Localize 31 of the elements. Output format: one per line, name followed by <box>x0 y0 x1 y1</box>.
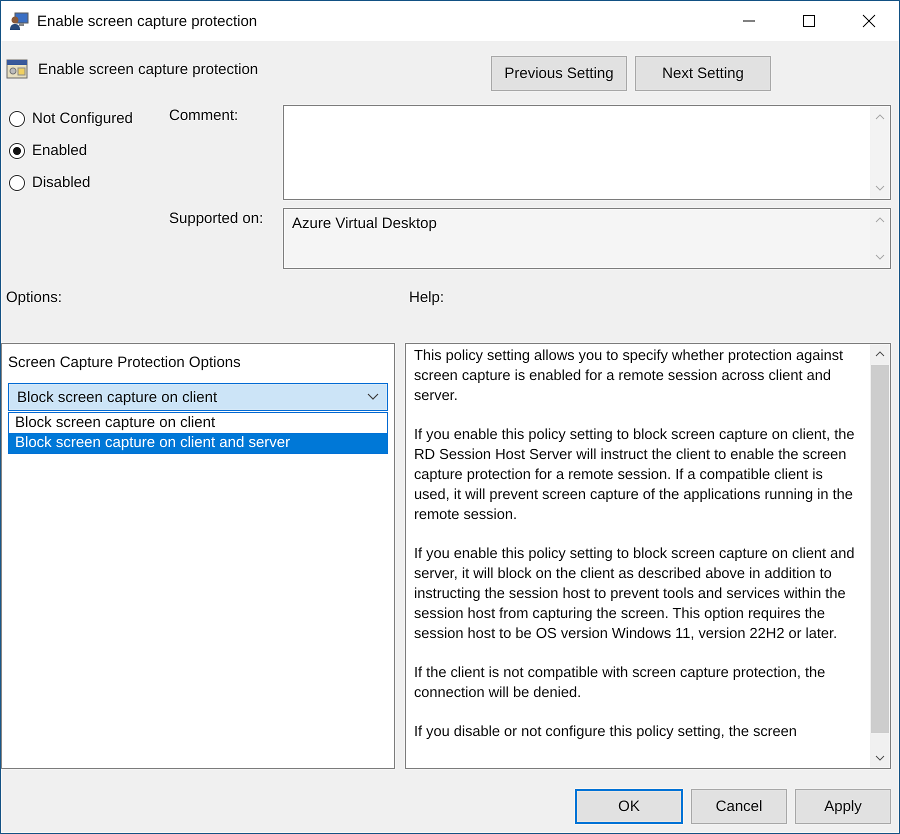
help-paragraph: If you enable this policy setting to block screen capture on client and server, it will block on the client as described above in addition to instructing the session host to prevent tools and services within the session host from capturing the screen. This option requires the session host to be OS version Windows 11, version 22H2 or later. <box>414 545 856 644</box>
state-radio-button[interactable]: Enabled <box>9 142 88 159</box>
window-title: Enable screen capture protection <box>37 12 258 30</box>
navigation-button[interactable]: Next Setting <box>635 56 771 90</box>
comment-label: Comment: <box>169 106 238 124</box>
navigation-button[interactable]: Previous Setting <box>491 56 627 90</box>
help-paragraph: If you enable this policy setting to block screen capture on client, the RD Session Host Server will instruct the client to enable the screen capture protection for a remote session. If a compatible client is used, it will prevent screen capture of the applications running in the remote session. <box>414 426 856 525</box>
dropdown-option[interactable]: Block screen capture on client <box>9 413 387 433</box>
policy-setting-icon <box>6 59 28 79</box>
state-radio-button[interactable]: Disabled <box>9 174 90 191</box>
options-dropdown[interactable]: Block screen capture on client <box>8 383 388 411</box>
help-paragraph: If the client is not compatible with screen capture protection, the connection will be denied. <box>414 664 826 703</box>
scrollbar[interactable] <box>870 344 890 768</box>
help-paragraph: This policy setting allows you to specify whether protection against screen capture is enabled for a remote session across client and server. <box>414 347 844 406</box>
dialog-button[interactable]: Apply <box>795 789 891 824</box>
supported-on-field: Azure Virtual Desktop <box>283 208 891 269</box>
setting-title: Enable screen capture protection <box>38 60 258 78</box>
dialog-button[interactable]: OK <box>575 789 683 824</box>
dropdown-option[interactable]: Block screen capture on client and server <box>9 433 387 453</box>
supported-on-label: Supported on: <box>169 209 264 227</box>
computer-user-icon <box>9 11 29 31</box>
scrollbar-thumb[interactable] <box>871 365 889 733</box>
dialog-button[interactable]: Cancel <box>691 789 787 824</box>
chevron-down-icon <box>367 393 379 401</box>
options-group-label: Screen Capture Protection Options <box>8 354 242 371</box>
state-radio-button[interactable]: Not Configured <box>9 110 133 127</box>
scroll-down-icon[interactable] <box>875 755 885 761</box>
options-label: Options: <box>5 289 63 308</box>
scroll-up-icon[interactable] <box>875 351 885 357</box>
help-label: Help: <box>409 289 444 308</box>
help-paragraph: If you disable or not configure this policy setting, the screen <box>414 723 798 742</box>
